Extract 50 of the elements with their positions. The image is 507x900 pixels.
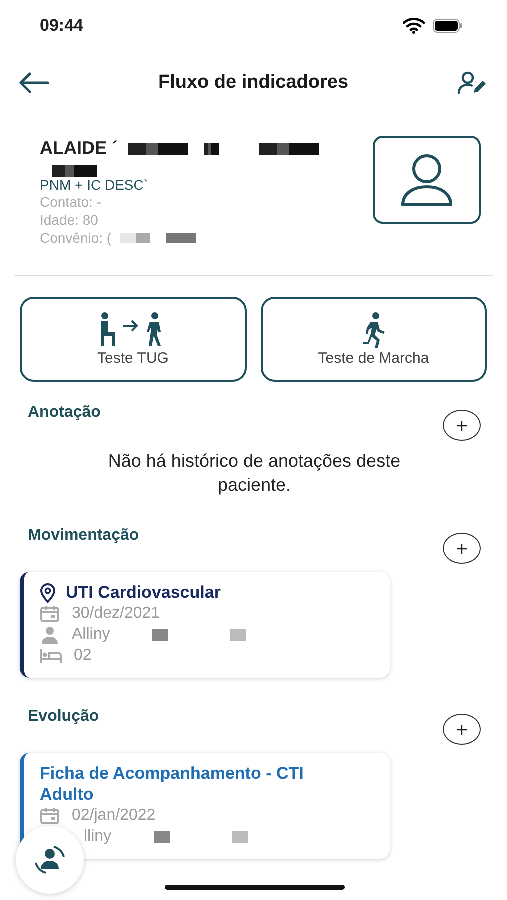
avatar-frame[interactable]	[373, 136, 481, 224]
card-detail: 30/dez/2021	[72, 604, 160, 622]
redaction-block	[230, 628, 246, 640]
screen-title: Fluxo de indicadores	[158, 72, 349, 94]
redaction-block	[259, 142, 319, 154]
record-card[interactable]: UTI Cardiovascular 30/dez/2021 Alliny 02	[20, 572, 390, 678]
person-icon	[399, 153, 455, 207]
redaction-block	[232, 830, 248, 842]
back-arrow-icon[interactable]	[18, 72, 50, 94]
section-title: Anotação	[28, 404, 101, 422]
switch-patient-button[interactable]	[16, 826, 84, 894]
redaction-block	[152, 628, 168, 640]
card-detail: lliny	[84, 828, 112, 846]
status-time: 09:44	[40, 16, 84, 36]
plus-icon	[457, 724, 467, 734]
redaction-block	[120, 233, 150, 243]
location-pin-icon	[40, 582, 56, 602]
plus-icon	[457, 544, 467, 554]
bed-icon	[40, 648, 62, 664]
redaction-block	[128, 142, 188, 154]
patient-detail: Convênio: (	[40, 229, 112, 247]
test-button[interactable]: Teste de Marcha	[260, 297, 487, 382]
redaction-block	[154, 830, 170, 842]
patient-detail: Idade: 80	[40, 211, 98, 229]
test-button[interactable]: Teste TUG	[20, 297, 246, 382]
patient-detail: Contato: -	[40, 193, 102, 211]
edit-user-icon[interactable]	[456, 71, 487, 95]
card-detail: Alliny	[72, 626, 110, 644]
empty-message: Não há histórico de anotações deste paciente.	[107, 450, 402, 497]
person-rotate-icon	[33, 845, 67, 875]
card-detail: 02/jan/2022	[72, 806, 156, 824]
card-detail: 02	[74, 646, 92, 664]
redaction-block	[166, 233, 196, 243]
plus-icon	[457, 420, 467, 430]
redaction-block	[52, 165, 97, 177]
add-button[interactable]	[443, 714, 481, 745]
add-button[interactable]	[443, 533, 481, 564]
redaction-block	[204, 142, 219, 154]
staff-person-icon	[40, 626, 60, 644]
patient-name: ALAIDE ´	[40, 138, 118, 159]
section-title: Evolução	[28, 708, 100, 726]
diagnosis-text: PNM + IC DESC`	[40, 177, 150, 193]
card-title: UTI Cardiovascular	[66, 582, 221, 603]
add-button[interactable]	[443, 410, 481, 441]
section-title: Movimentação	[28, 527, 140, 545]
battery-icon	[433, 19, 463, 33]
wifi-icon	[403, 18, 425, 34]
calendar-icon	[40, 806, 60, 824]
calendar-icon	[40, 604, 60, 622]
card-title: Ficha de Acompanhamento - CTI Adulto	[40, 763, 305, 805]
